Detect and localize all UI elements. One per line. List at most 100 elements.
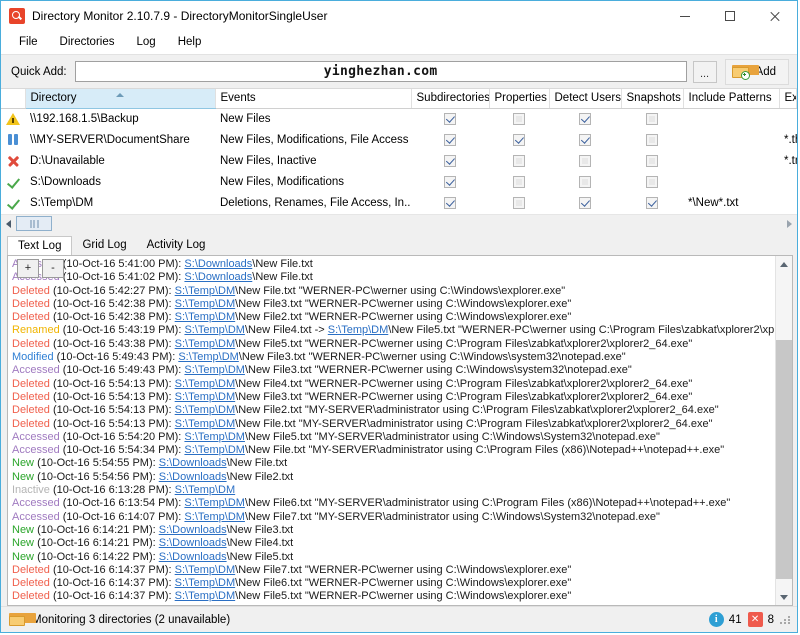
log-path-link[interactable]: S:\Temp\DM	[175, 590, 236, 602]
log-path-link[interactable]: S:\Temp\DM	[184, 511, 245, 523]
tab-grid-log[interactable]: Grid Log	[72, 236, 136, 255]
log-line[interactable]: Accessed (10-Oct-16 5:41:00 PM): S:\Down…	[12, 258, 775, 271]
log-path-link[interactable]: S:\Temp\DM	[175, 564, 236, 576]
log-line[interactable]: Deleted (10-Oct-16 6:14:37 PM): S:\Temp\…	[12, 577, 775, 590]
checkbox-subdirectories[interactable]	[444, 112, 456, 125]
log-line[interactable]: Renamed (10-Oct-16 5:43:19 PM): S:\Temp\…	[12, 324, 775, 337]
log-line[interactable]: Deleted (10-Oct-16 5:54:13 PM): S:\Temp\…	[12, 404, 775, 417]
log-line[interactable]: Deleted (10-Oct-16 5:54:13 PM): S:\Temp\…	[12, 391, 775, 404]
log-path-link[interactable]: S:\Temp\DM	[175, 484, 236, 496]
log-line[interactable]: Deleted (10-Oct-16 5:42:27 PM): S:\Temp\…	[12, 285, 775, 298]
log-path-link[interactable]: S:\Downloads	[159, 524, 227, 536]
row-detect-users-cell[interactable]	[549, 171, 621, 193]
log-line[interactable]: Modified (10-Oct-16 5:49:43 PM): S:\Temp…	[12, 351, 775, 364]
log-line[interactable]: Accessed (10-Oct-16 5:49:43 PM): S:\Temp…	[12, 364, 775, 377]
menu-item-directories[interactable]: Directories	[49, 33, 126, 52]
log-path-link[interactable]: S:\Downloads	[159, 537, 227, 549]
row-properties-cell[interactable]	[489, 192, 549, 214]
row-snapshots-cell[interactable]	[621, 108, 683, 130]
log-line[interactable]: Deleted (10-Oct-16 5:54:13 PM): S:\Temp\…	[12, 418, 775, 431]
scroll-thumb-vertical[interactable]	[776, 340, 792, 579]
log-path-link[interactable]: S:\Temp\DM	[184, 431, 245, 443]
log-path-link[interactable]: S:\Temp\DM	[175, 418, 236, 430]
log-path-link[interactable]: S:\Temp\DM	[175, 378, 236, 390]
error-badge[interactable]: ✕ 8	[747, 612, 774, 627]
scroll-thumb[interactable]	[16, 216, 52, 231]
log-line[interactable]: Deleted (10-Oct-16 6:14:37 PM): S:\Temp\…	[12, 590, 775, 603]
checkbox-snapshots[interactable]	[646, 175, 658, 188]
log-path-link[interactable]: S:\Downloads	[184, 258, 252, 270]
menu-item-help[interactable]: Help	[167, 33, 213, 52]
row-snapshots-cell[interactable]	[621, 171, 683, 193]
checkbox-detect-users[interactable]	[579, 196, 591, 209]
scroll-track-lower[interactable]	[776, 579, 792, 589]
table-row[interactable]: S:\Temp\DM Deletions, Renames, File Acces…	[1, 192, 797, 214]
log-path-link[interactable]: S:\Temp\DM	[175, 391, 236, 403]
checkbox-detect-users[interactable]	[579, 154, 591, 167]
info-badge[interactable]: i 41	[708, 612, 742, 627]
scroll-down-button[interactable]	[776, 589, 792, 605]
checkbox-subdirectories[interactable]	[444, 196, 456, 209]
table-row[interactable]: S:\Downloads New Files, Modifications	[1, 171, 797, 193]
log-path-link[interactable]: S:\Temp\DM	[175, 285, 236, 297]
zoom-in-button[interactable]: +	[17, 259, 39, 278]
row-detect-users-cell[interactable]	[549, 108, 621, 130]
log-line[interactable]: Deleted (10-Oct-16 5:43:38 PM): S:\Temp\…	[12, 338, 775, 351]
log-path-link[interactable]: S:\Temp\DM	[175, 338, 236, 350]
browse-button[interactable]: ...	[692, 60, 717, 83]
log-line[interactable]: New (10-Oct-16 5:54:55 PM): S:\Downloads…	[12, 457, 775, 470]
log-line[interactable]: Deleted (10-Oct-16 5:42:38 PM): S:\Temp\…	[12, 298, 775, 311]
log-line[interactable]: Deleted (10-Oct-16 5:42:38 PM): S:\Temp\…	[12, 311, 775, 324]
column-header-subdirectories[interactable]: Subdirectories	[411, 89, 490, 109]
menu-item-file[interactable]: File	[8, 33, 49, 52]
column-header-exclude-patterns[interactable]: Exclude Patterns	[779, 89, 797, 109]
checkbox-subdirectories[interactable]	[444, 175, 456, 188]
log-path-link[interactable]: S:\Temp\DM	[175, 311, 236, 323]
add-button[interactable]: Add	[724, 58, 789, 85]
tab-activity-log[interactable]: Activity Log	[137, 236, 216, 255]
log-line[interactable]: Renamed (10-Oct-16 6:15:30 PM): S:\Temp\…	[12, 604, 775, 605]
checkbox-snapshots[interactable]	[646, 196, 658, 209]
resize-grip-icon[interactable]	[780, 614, 792, 626]
checkbox-subdirectories[interactable]	[444, 133, 456, 146]
minimize-button[interactable]	[662, 1, 707, 31]
log-path-link[interactable]: S:\Temp\DM	[178, 351, 239, 363]
maximize-button[interactable]	[707, 1, 752, 31]
row-properties-cell[interactable]	[489, 150, 549, 172]
log-line[interactable]: Deleted (10-Oct-16 5:54:13 PM): S:\Temp\…	[12, 378, 775, 391]
log-path-link-target[interactable]: S:\Temp\DM	[328, 324, 389, 336]
column-header-snapshots[interactable]: Snapshots	[621, 89, 684, 109]
log-path-link[interactable]: S:\Temp\DM	[184, 364, 245, 376]
log-path-link[interactable]: S:\Temp\DM	[184, 444, 245, 456]
log-line[interactable]: Accessed (10-Oct-16 5:54:20 PM): S:\Temp…	[12, 431, 775, 444]
log-line[interactable]: Accessed (10-Oct-16 6:13:54 PM): S:\Temp…	[12, 497, 775, 510]
column-header-properties[interactable]: Properties	[489, 89, 550, 109]
row-detect-users-cell[interactable]	[549, 150, 621, 172]
checkbox-properties[interactable]	[513, 196, 525, 209]
row-subdirectories-cell[interactable]	[411, 129, 489, 151]
table-row[interactable]: D:\UnavailableNew Files, Inactive *.tmp	[1, 150, 797, 172]
menu-item-log[interactable]: Log	[126, 33, 167, 52]
log-line[interactable]: Accessed (10-Oct-16 6:14:07 PM): S:\Temp…	[12, 511, 775, 524]
table-row[interactable]: \\192.168.1.5\Backup New Files	[1, 108, 797, 130]
column-header-include-patterns[interactable]: Include Patterns	[683, 89, 780, 109]
row-subdirectories-cell[interactable]	[411, 150, 489, 172]
log-line[interactable]: Accessed (10-Oct-16 5:54:34 PM): S:\Temp…	[12, 444, 775, 457]
checkbox-subdirectories[interactable]	[444, 154, 456, 167]
column-header-detect-users[interactable]: Detect Users	[549, 89, 622, 109]
checkbox-properties[interactable]	[513, 133, 525, 146]
log-path-link[interactable]: S:\Temp\DM	[184, 497, 245, 509]
row-subdirectories-cell[interactable]	[411, 108, 489, 130]
quick-add-input[interactable]: yinghezhan.com	[74, 61, 687, 82]
log-path-link[interactable]: S:\Downloads	[184, 271, 252, 283]
checkbox-properties[interactable]	[513, 154, 525, 167]
checkbox-detect-users[interactable]	[579, 112, 591, 125]
log-path-link[interactable]: S:\Downloads	[159, 551, 227, 563]
scroll-right-button[interactable]	[782, 216, 797, 231]
log-path-link[interactable]: S:\Temp\DM	[184, 324, 245, 336]
log-path-link-target[interactable]: S:\Temp\DM	[347, 604, 408, 605]
zoom-out-button[interactable]: -	[42, 259, 64, 278]
row-subdirectories-cell[interactable]	[411, 192, 489, 214]
column-header-directory[interactable]: Directory	[25, 89, 216, 109]
checkbox-properties[interactable]	[513, 112, 525, 125]
